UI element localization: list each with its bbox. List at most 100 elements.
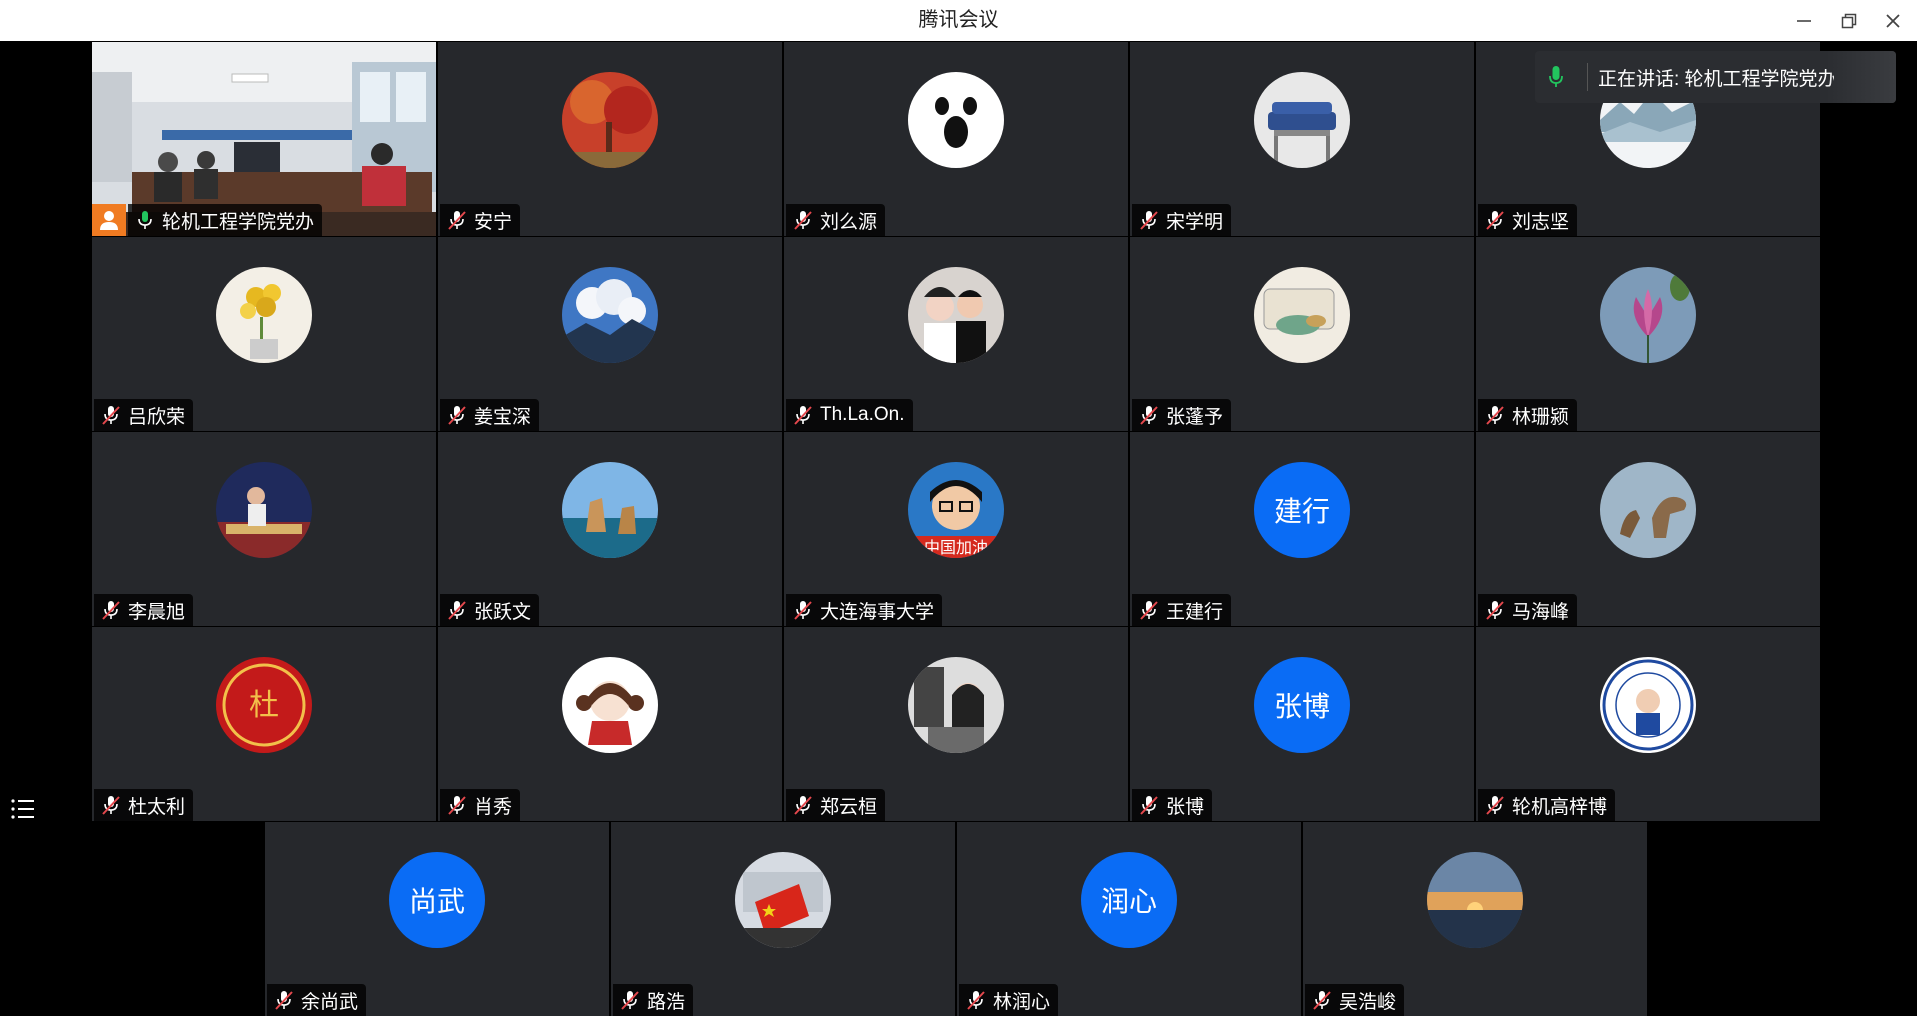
avatar (1600, 462, 1696, 558)
participant-name: 张博 (1166, 796, 1205, 818)
participant-name: 刘么源 (820, 211, 878, 233)
avatar (735, 852, 831, 948)
name-tag: 林珊颍 (1478, 399, 1578, 431)
mic-muted-icon (1136, 402, 1162, 428)
participant-tile[interactable]: Th.La.On. (784, 237, 1128, 431)
participant-list-button[interactable] (8, 795, 42, 825)
speaking-banner: 正在讲话: 轮机工程学院党办; (1535, 51, 1896, 103)
name-tag: 路浩 (613, 984, 694, 1016)
close-icon (1886, 14, 1900, 28)
participant-name: 宋学明 (1166, 211, 1224, 233)
avatar (562, 657, 658, 753)
svg-text:杜: 杜 (249, 688, 279, 723)
mic-active-icon (1535, 51, 1577, 103)
avatar (908, 267, 1004, 363)
mic-muted-icon (98, 597, 124, 623)
host-icon (92, 204, 126, 236)
name-tag: 王建行 (1132, 594, 1232, 626)
mic-muted-icon (790, 402, 816, 428)
avatar: 建行 (1254, 462, 1350, 558)
name-tag: 张博 (1132, 789, 1213, 821)
participant-tile[interactable]: 轮机工程学院党办 (92, 42, 436, 236)
participant-tile[interactable]: 姜宝深 (438, 237, 782, 431)
participant-tile[interactable]: 轮机高梓博 (1476, 627, 1820, 821)
participant-name: 肖秀 (474, 796, 513, 818)
participant-name: 林润心 (993, 991, 1051, 1013)
mic-muted-icon (271, 987, 297, 1013)
name-tag: 大连海事大学 (786, 594, 943, 626)
participant-tile[interactable]: 路浩 (611, 822, 955, 1016)
mic-muted-icon (1309, 987, 1335, 1013)
participant-tile[interactable]: 林珊颍 (1476, 237, 1820, 431)
participant-tile[interactable]: 润心 林润心 (957, 822, 1301, 1016)
participant-tile[interactable]: 建行王建行 (1130, 432, 1474, 626)
participant-name: 刘志坚 (1512, 211, 1570, 233)
participant-tile[interactable]: 肖秀 (438, 627, 782, 821)
name-tag: 郑云桓 (786, 789, 886, 821)
participant-name: 路浩 (647, 991, 686, 1013)
participant-tile[interactable]: 安宁 (438, 42, 782, 236)
minimize-button[interactable] (1787, 4, 1821, 38)
mic-muted-icon (444, 402, 470, 428)
mic-muted-icon (1482, 792, 1508, 818)
restore-button[interactable] (1832, 4, 1866, 38)
participant-name: 大连海事大学 (820, 601, 935, 623)
mic-muted-icon (1482, 207, 1508, 233)
participant-name: 张蓬予 (1166, 406, 1224, 428)
participant-tile[interactable]: 吴浩峻 (1303, 822, 1647, 1016)
participant-tile[interactable]: 张博 张博 (1130, 627, 1474, 821)
participant-tile[interactable]: 杜杜太利 (92, 627, 436, 821)
participant-name: 张跃文 (474, 601, 532, 623)
avatar (1254, 72, 1350, 168)
speaking-text: 正在讲话: 轮机工程学院党办; (1598, 68, 1834, 90)
avatar: 杜 (216, 657, 312, 753)
mic-on-icon (132, 207, 158, 233)
mic-muted-icon (1136, 207, 1162, 233)
svg-text:中国加油: 中国加油 (924, 538, 988, 557)
restore-icon (1841, 13, 1857, 29)
participant-tile[interactable]: 吕欣荣 (92, 237, 436, 431)
participant-tile[interactable]: 郑云桓 (784, 627, 1128, 821)
mic-muted-icon (98, 792, 124, 818)
video-grid: 轮机工程学院党办 安宁 刘么源 宋学明 刘志坚吕欣荣 姜宝深 Th.La.On. 张蓬予 林珊颍… (0, 41, 1917, 1016)
participant-name: 吴浩峻 (1339, 991, 1397, 1013)
close-button[interactable] (1876, 4, 1910, 38)
name-tag: Th.La.On. (786, 399, 913, 431)
avatar (908, 72, 1004, 168)
mic-muted-icon (790, 207, 816, 233)
window-title: 腾讯会议 (918, 9, 999, 31)
name-tag: 安宁 (440, 204, 521, 236)
mic-muted-icon (444, 207, 470, 233)
participant-tile[interactable]: 马海峰 (1476, 432, 1820, 626)
participant-name: 马海峰 (1512, 601, 1570, 623)
participant-tile[interactable]: 宋学明 (1130, 42, 1474, 236)
participant-tile[interactable]: 李晨旭 (92, 432, 436, 626)
mic-muted-icon (1482, 597, 1508, 623)
minimize-icon (1797, 20, 1811, 22)
name-tag: 李晨旭 (94, 594, 194, 626)
name-tag: 杜太利 (94, 789, 194, 821)
participant-tile[interactable]: 张蓬予 (1130, 237, 1474, 431)
name-tag: 林润心 (959, 984, 1059, 1016)
avatar (908, 657, 1004, 753)
participant-name: 吕欣荣 (128, 406, 186, 428)
participant-name: 轮机工程学院党办 (162, 211, 315, 233)
participant-tile[interactable]: 中国加油大连海事大学 (784, 432, 1128, 626)
participant-tile[interactable]: 张跃文 (438, 432, 782, 626)
mic-muted-icon (617, 987, 643, 1013)
name-tag: 肖秀 (440, 789, 521, 821)
participant-tile[interactable]: 刘么源 (784, 42, 1128, 236)
name-tag: 轮机高梓博 (1478, 789, 1616, 821)
name-tag: 张跃文 (440, 594, 540, 626)
participant-name: 姜宝深 (474, 406, 532, 428)
mic-muted-icon (444, 597, 470, 623)
participant-tile[interactable]: 尚武 余尚武 (265, 822, 609, 1016)
mic-muted-icon (790, 792, 816, 818)
avatar (216, 267, 312, 363)
mic-muted-icon (790, 597, 816, 623)
mic-muted-icon (1136, 792, 1162, 818)
name-tag: 刘志坚 (1478, 204, 1578, 236)
avatar (562, 267, 658, 363)
participant-name: 轮机高梓博 (1512, 796, 1608, 818)
name-tag: 宋学明 (1132, 204, 1232, 236)
